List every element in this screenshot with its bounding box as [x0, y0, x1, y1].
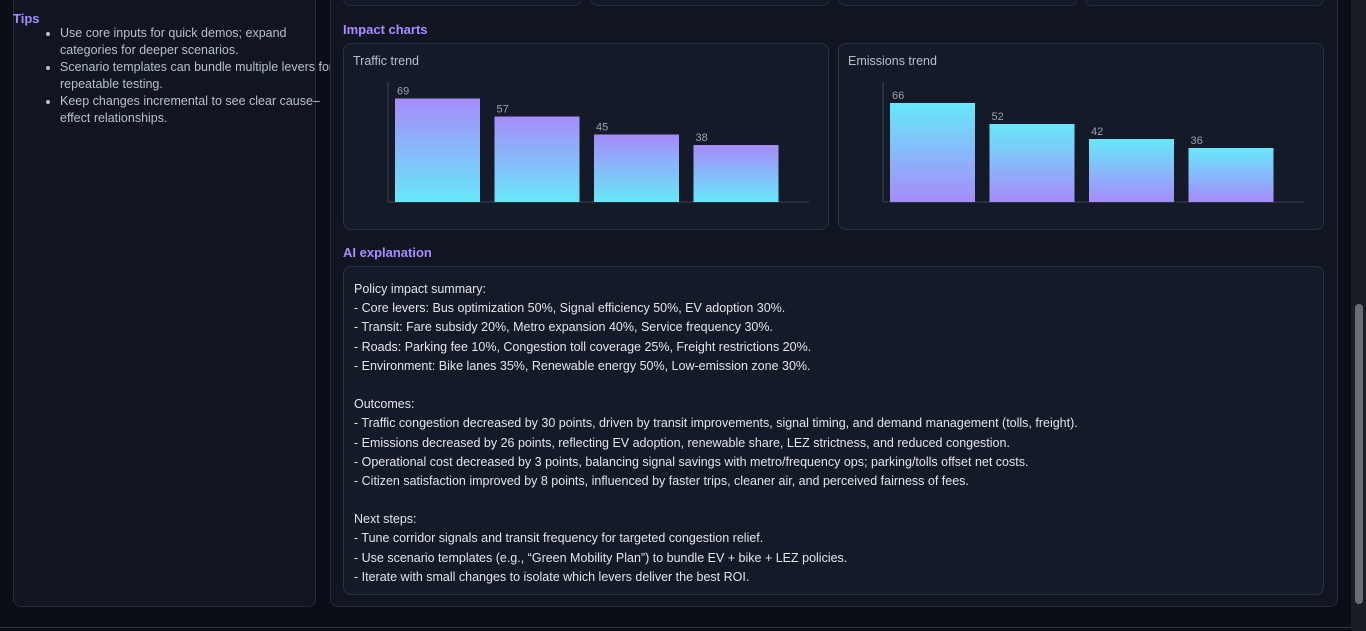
explanation-line: - Use scenario templates (e.g., “Green M…: [354, 550, 848, 565]
traffic-chart: 69 57 45 38: [387, 82, 809, 203]
explanation-line: - Traffic congestion decreased by 30 poi…: [354, 416, 1078, 431]
bar-value-label: 57: [497, 104, 509, 116]
bar: [1089, 139, 1174, 202]
bar: [494, 116, 580, 202]
explanation-line: - Emissions decreased by 26 points, refl…: [354, 435, 1010, 450]
impact-charts-title: Impact charts: [343, 22, 428, 37]
explanation-line: - Iterate with small changes to isolate …: [354, 569, 750, 584]
bar-value-label: 52: [992, 111, 1004, 123]
bar-value-label: 45: [596, 122, 608, 134]
ai-explanation-title: AI explanation: [343, 245, 432, 260]
bar: [1188, 148, 1274, 202]
emissions-chart-card: Emissions trend 66 52 42 36: [838, 43, 1324, 230]
bar-value-label: 38: [696, 132, 708, 144]
bar: [594, 134, 679, 202]
metric-cards-row: [343, 0, 1324, 7]
scrollbar-thumb[interactable]: [1355, 304, 1363, 604]
metric-card: [343, 0, 583, 6]
bar-value-label: 42: [1091, 126, 1103, 138]
explanation-line: - Core levers: Bus optimization 50%, Sig…: [354, 301, 786, 316]
explanation-line: Next steps:: [354, 512, 417, 527]
bar-value-label: 66: [892, 90, 904, 102]
page-scrollbar[interactable]: [1351, 0, 1366, 631]
explanation-line: [354, 491, 1313, 510]
explanation-line: - Tune corridor signals and transit freq…: [354, 531, 764, 546]
tip-item: Use core inputs for quick demos; expand …: [60, 25, 335, 59]
bar: [693, 145, 779, 202]
explanation-line: - Roads: Parking fee 10%, Congestion tol…: [354, 339, 812, 354]
metric-card: [837, 0, 1077, 6]
explanation-line: - Environment: Bike lanes 35%, Renewable…: [354, 358, 811, 373]
tips-title: Tips: [13, 11, 40, 26]
tip-item: Scenario templates can bundle multiple l…: [60, 59, 335, 93]
tip-item: Keep changes incremental to see clear ca…: [60, 93, 335, 127]
bar: [395, 98, 480, 202]
explanation-line: - Operational cost decreased by 3 points…: [354, 454, 1029, 469]
explanation-line: - Transit: Fare subsidy 20%, Metro expan…: [354, 320, 773, 335]
metric-card: [1084, 0, 1324, 6]
traffic-chart-card: Traffic trend 69 57 45 38: [343, 43, 829, 230]
explanation-line: Policy impact summary:: [354, 282, 486, 296]
bar: [989, 124, 1075, 202]
explanation-line: Outcomes:: [354, 397, 415, 412]
bar-value-label: 36: [1191, 135, 1203, 147]
tips-list: Use core inputs for quick demos; expand …: [20, 25, 335, 127]
emissions-chart: 66 52 42 36: [882, 82, 1304, 203]
bar-value-label: 69: [397, 86, 409, 98]
page-bottom-divider: [0, 627, 1351, 628]
explanation-line: - Citizen satisfaction improved by 8 poi…: [354, 473, 969, 488]
ai-explanation-box: Policy impact summary: - Core levers: Bu…: [343, 266, 1324, 595]
explanation-line: [354, 376, 1313, 395]
metric-card: [590, 0, 830, 6]
bar: [890, 103, 975, 202]
